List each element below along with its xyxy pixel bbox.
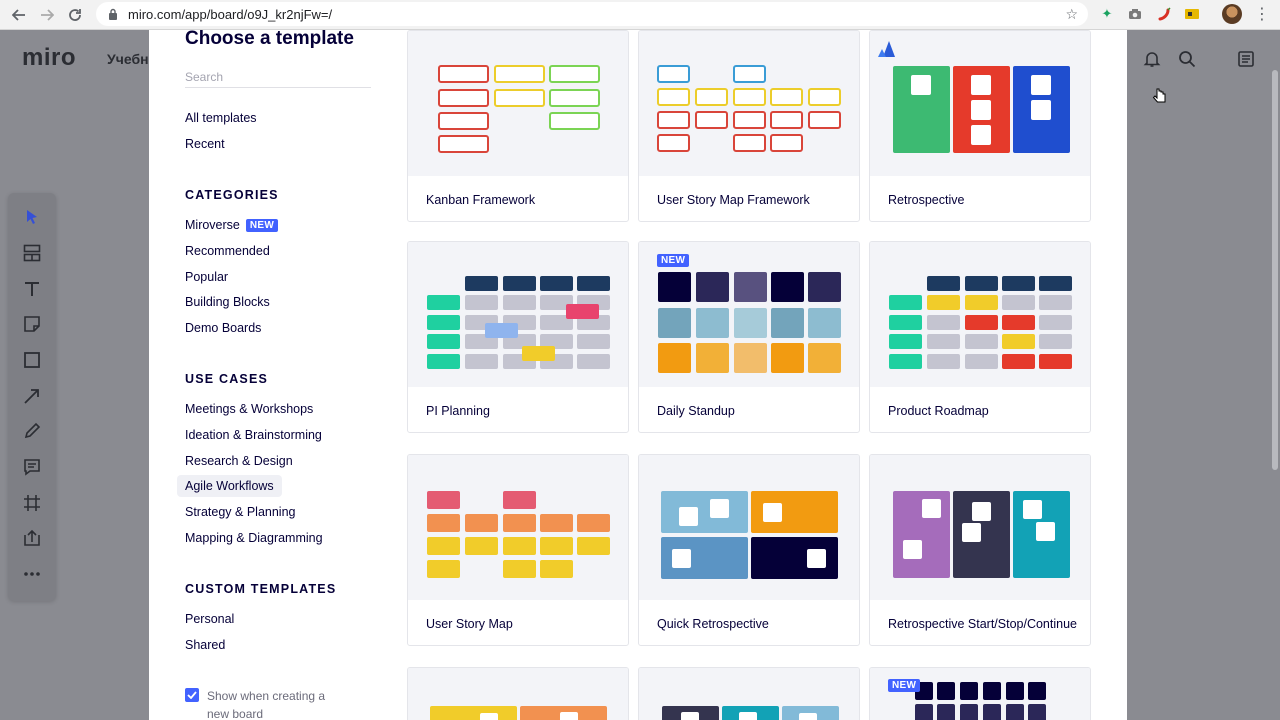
template-thumbnail: [639, 31, 859, 176]
template-card-quick-retrospective[interactable]: Quick Retrospective: [638, 454, 860, 646]
template-thumbnail: [408, 31, 628, 176]
pen-tool-icon[interactable]: [20, 419, 44, 443]
frame-tool-icon[interactable]: [20, 491, 44, 515]
lock-icon: [106, 7, 120, 21]
use-case-strategy[interactable]: Strategy & Planning: [185, 505, 296, 519]
template-thumbnail: [408, 455, 628, 600]
template-thumbnail: [870, 242, 1090, 387]
upload-tool-icon[interactable]: [20, 526, 44, 550]
notes-icon[interactable]: [1235, 48, 1257, 70]
template-name: Retrospective: [888, 193, 965, 207]
use-case-mapping[interactable]: Mapping & Diagramming: [185, 531, 323, 545]
left-toolbar: [8, 193, 56, 601]
atlassian-icon: [878, 41, 895, 57]
select-tool-icon[interactable]: [20, 205, 44, 229]
nav-all-templates[interactable]: All templates: [185, 111, 257, 125]
use-case-meetings[interactable]: Meetings & Workshops: [185, 402, 313, 416]
template-name: Product Roadmap: [888, 404, 989, 418]
custom-shared[interactable]: Shared: [185, 638, 225, 652]
category-label: Miroverse: [185, 218, 240, 232]
template-thumbnail: [639, 455, 859, 600]
template-card-user-story-map-framework[interactable]: User Story Map Framework: [638, 30, 860, 222]
template-card-partial-2[interactable]: [638, 667, 860, 720]
category-demo-boards[interactable]: Demo Boards: [185, 321, 261, 335]
custom-templates-heading: CUSTOM TEMPLATES: [185, 582, 337, 596]
template-picker-modal: Choose a template All templates Recent C…: [149, 30, 1127, 720]
template-thumbnail: [408, 668, 628, 720]
comment-tool-icon[interactable]: [20, 455, 44, 479]
page-scrollbar[interactable]: [1272, 70, 1278, 470]
template-name: Kanban Framework: [426, 193, 536, 207]
category-building-blocks[interactable]: Building Blocks: [185, 295, 270, 309]
template-name: User Story Map Framework: [657, 193, 810, 207]
use-cases-heading: USE CASES: [185, 372, 269, 386]
profile-avatar[interactable]: [1222, 4, 1242, 24]
new-badge: NEW: [245, 219, 279, 232]
template-thumbnail: [870, 31, 1090, 176]
board-name[interactable]: Учебн: [107, 51, 149, 67]
folder-icon[interactable]: [1183, 5, 1201, 23]
use-case-agile-workflows[interactable]: Agile Workflows: [177, 475, 282, 497]
menu-kebab-icon[interactable]: ⋮: [1254, 4, 1270, 24]
template-thumbnail: [870, 668, 1090, 720]
template-sidebar: Choose a template All templates Recent C…: [149, 30, 389, 720]
template-card-daily-standup[interactable]: NEW Daily Standup: [638, 241, 860, 433]
use-case-ideation[interactable]: Ideation & Brainstorming: [185, 428, 322, 442]
browser-toolbar: miro.com/app/board/o9J_kr2njFw=/ ☆ ✦ ⋮: [0, 0, 1280, 30]
nav-recent[interactable]: Recent: [185, 137, 225, 151]
template-name: Daily Standup: [657, 404, 735, 418]
template-card-user-story-map[interactable]: User Story Map: [407, 454, 629, 646]
custom-personal[interactable]: Personal: [185, 612, 234, 626]
template-thumbnail: [870, 455, 1090, 600]
template-card-product-roadmap[interactable]: Product Roadmap: [869, 241, 1091, 433]
forward-icon[interactable]: [33, 1, 61, 29]
show-when-creating-checkbox[interactable]: [185, 688, 199, 702]
template-card-partial-1[interactable]: [407, 667, 629, 720]
pepper-icon[interactable]: [1155, 5, 1173, 23]
template-card-pi-planning[interactable]: PI Planning: [407, 241, 629, 433]
bell-icon[interactable]: [1141, 48, 1163, 70]
extension-icon[interactable]: ✦: [1098, 5, 1116, 23]
reload-icon[interactable]: [61, 1, 89, 29]
category-popular[interactable]: Popular: [185, 270, 228, 284]
cursor-icon: [1152, 88, 1168, 104]
text-tool-icon[interactable]: [20, 277, 44, 301]
miro-logo[interactable]: miro: [22, 44, 76, 72]
template-search-input[interactable]: [185, 66, 371, 88]
use-case-research[interactable]: Research & Design: [185, 454, 293, 468]
template-name: Retrospective Start/Stop/Continue: [888, 617, 1077, 631]
template-name: Quick Retrospective: [657, 617, 769, 631]
template-name: PI Planning: [426, 404, 490, 418]
sticky-note-tool-icon[interactable]: [20, 312, 44, 336]
template-card-retrospective-start-stop-continue[interactable]: Retrospective Start/Stop/Continue: [869, 454, 1091, 646]
modal-title: Choose a template: [185, 30, 354, 49]
address-bar[interactable]: miro.com/app/board/o9J_kr2njFw=/ ☆: [96, 2, 1088, 26]
category-miroverse[interactable]: Miroverse NEW: [185, 218, 279, 232]
categories-heading: CATEGORIES: [185, 188, 279, 202]
more-tools-icon[interactable]: [20, 562, 44, 586]
templates-tool-icon[interactable]: [20, 241, 44, 265]
connection-line-tool-icon[interactable]: [20, 384, 44, 408]
search-icon[interactable]: [1176, 48, 1198, 70]
template-name: User Story Map: [426, 617, 513, 631]
template-thumbnail: [408, 242, 628, 387]
category-recommended[interactable]: Recommended: [185, 244, 270, 258]
template-card-partial-3[interactable]: NEW: [869, 667, 1091, 720]
url-text: miro.com/app/board/o9J_kr2njFw=/: [128, 6, 333, 22]
show-when-creating-label: Show when creating a new board: [207, 689, 326, 720]
new-badge: NEW: [657, 254, 690, 267]
template-card-kanban[interactable]: Kanban Framework: [407, 30, 629, 222]
back-icon[interactable]: [5, 1, 33, 29]
new-badge: NEW: [888, 679, 921, 692]
template-thumbnail: [639, 668, 859, 720]
camera-icon[interactable]: [1126, 5, 1144, 23]
shape-tool-icon[interactable]: [20, 348, 44, 372]
template-card-retrospective[interactable]: Retrospective: [869, 30, 1091, 222]
star-icon[interactable]: ☆: [1065, 6, 1078, 23]
